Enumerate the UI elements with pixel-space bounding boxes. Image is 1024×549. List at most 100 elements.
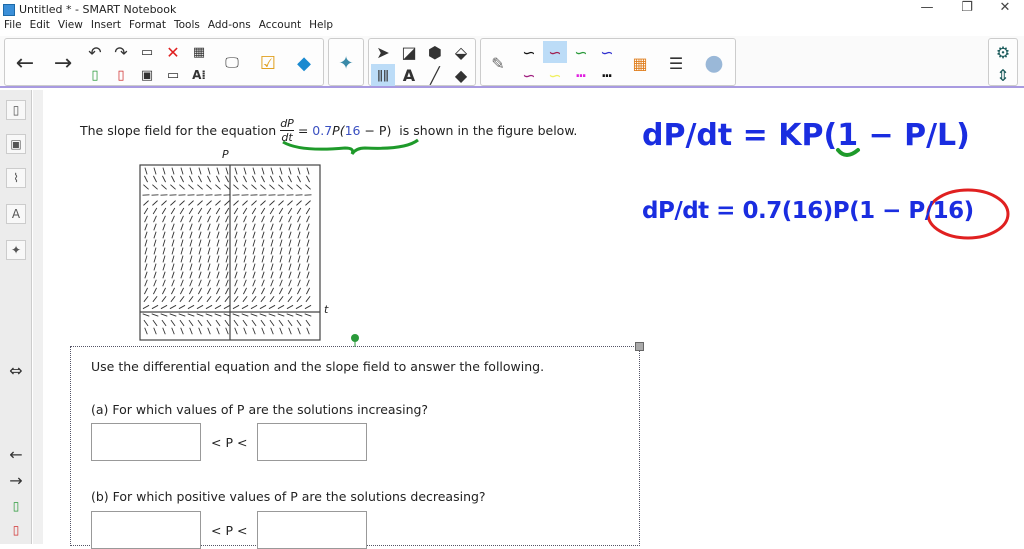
slope-mark bbox=[162, 296, 166, 302]
slope-mark bbox=[288, 296, 292, 302]
slope-mark bbox=[162, 288, 165, 294]
slope-mark bbox=[251, 305, 257, 308]
slope-mark bbox=[154, 328, 157, 335]
slope-mark bbox=[233, 314, 240, 316]
slope-mark bbox=[262, 256, 264, 263]
slope-mark bbox=[154, 280, 157, 286]
slope-mark bbox=[145, 328, 148, 335]
slope-mark bbox=[270, 320, 274, 326]
slope-mark bbox=[144, 296, 148, 302]
slope-mark bbox=[279, 176, 282, 182]
slope-mark bbox=[181, 256, 183, 263]
slope-mark bbox=[181, 272, 183, 279]
slope-mark bbox=[153, 288, 156, 294]
slope-mark bbox=[287, 185, 292, 190]
slope-mark bbox=[235, 240, 237, 247]
slope-mark bbox=[145, 216, 148, 222]
slope-mark bbox=[225, 296, 229, 302]
question-b: (b) For which positive values of P are t… bbox=[91, 489, 486, 504]
slope-mark bbox=[260, 201, 265, 206]
slope-mark bbox=[170, 185, 175, 190]
slope-mark bbox=[208, 328, 211, 335]
slope-mark bbox=[271, 232, 273, 239]
slope-mark bbox=[199, 256, 201, 263]
slope-mark bbox=[307, 264, 309, 271]
slope-mark bbox=[208, 256, 210, 263]
question-intro: Use the differential equation and the sl… bbox=[91, 359, 544, 374]
slope-mark bbox=[298, 280, 301, 286]
slope-mark bbox=[307, 280, 310, 286]
slope-mark bbox=[296, 305, 302, 308]
slope-mark bbox=[216, 320, 220, 326]
slope-mark bbox=[190, 264, 192, 271]
slope-mark bbox=[154, 240, 156, 247]
slope-mark bbox=[181, 264, 183, 271]
slope-mark bbox=[206, 305, 212, 308]
slope-mark bbox=[226, 272, 228, 279]
slope-mark bbox=[171, 320, 175, 326]
slope-mark bbox=[225, 176, 228, 182]
slope-mark bbox=[144, 320, 148, 326]
slope-mark bbox=[244, 248, 246, 255]
b-lower-input[interactable] bbox=[91, 511, 201, 549]
slope-mark bbox=[226, 232, 228, 239]
slope-mark bbox=[216, 176, 219, 182]
slope-mark bbox=[217, 224, 219, 231]
slope-mark bbox=[298, 224, 300, 231]
slope-mark bbox=[224, 185, 229, 190]
slope-mark bbox=[270, 208, 274, 214]
slope-mark bbox=[163, 264, 165, 271]
object-menu-handle[interactable] bbox=[635, 342, 644, 351]
slope-mark bbox=[198, 296, 202, 302]
slope-mark bbox=[163, 240, 165, 247]
slope-mark bbox=[206, 185, 211, 190]
slope-mark bbox=[261, 288, 264, 294]
slope-mark bbox=[144, 288, 147, 294]
slope-mark bbox=[199, 280, 202, 286]
slope-mark bbox=[253, 232, 255, 239]
slope-mark bbox=[179, 201, 184, 206]
slope-mark bbox=[152, 201, 157, 206]
slope-mark bbox=[188, 305, 194, 308]
slope-mark bbox=[199, 264, 201, 271]
slope-mark bbox=[298, 216, 301, 222]
slope-mark bbox=[244, 216, 247, 222]
slope-mark bbox=[279, 296, 283, 302]
slope-mark bbox=[179, 314, 186, 316]
slope-mark bbox=[171, 288, 174, 294]
slope-mark bbox=[253, 240, 255, 247]
slope-mark bbox=[154, 256, 156, 263]
slope-mark bbox=[262, 280, 265, 286]
slope-mark bbox=[253, 168, 255, 175]
b-upper-input[interactable] bbox=[257, 511, 367, 549]
slope-mark bbox=[262, 328, 265, 335]
slope-mark bbox=[252, 320, 256, 326]
slope-mark bbox=[154, 168, 156, 175]
slope-mark bbox=[262, 272, 264, 279]
slope-mark bbox=[188, 314, 195, 316]
slope-mark bbox=[278, 201, 283, 206]
slope-mark bbox=[243, 288, 246, 294]
slope-mark bbox=[242, 185, 247, 190]
slope-mark bbox=[172, 272, 174, 279]
a-upper-input[interactable] bbox=[257, 423, 367, 461]
slope-mark bbox=[208, 216, 211, 222]
slope-mark bbox=[225, 288, 228, 294]
slope-mark bbox=[289, 168, 291, 175]
slope-mark bbox=[189, 320, 193, 326]
slope-mark bbox=[172, 232, 174, 239]
slope-mark bbox=[208, 264, 210, 271]
slope-mark bbox=[298, 168, 300, 175]
slope-mark bbox=[199, 248, 201, 255]
slope-mark bbox=[271, 224, 273, 231]
a-lower-input[interactable] bbox=[91, 423, 201, 461]
slope-mark bbox=[217, 216, 220, 222]
slope-mark bbox=[288, 208, 292, 214]
slope-mark bbox=[226, 280, 229, 286]
slope-mark bbox=[154, 264, 156, 271]
slope-field bbox=[140, 165, 320, 340]
slope-mark bbox=[244, 272, 246, 279]
slope-mark bbox=[235, 272, 237, 279]
slope-mark bbox=[296, 314, 303, 316]
rotate-handle[interactable] bbox=[351, 334, 359, 342]
